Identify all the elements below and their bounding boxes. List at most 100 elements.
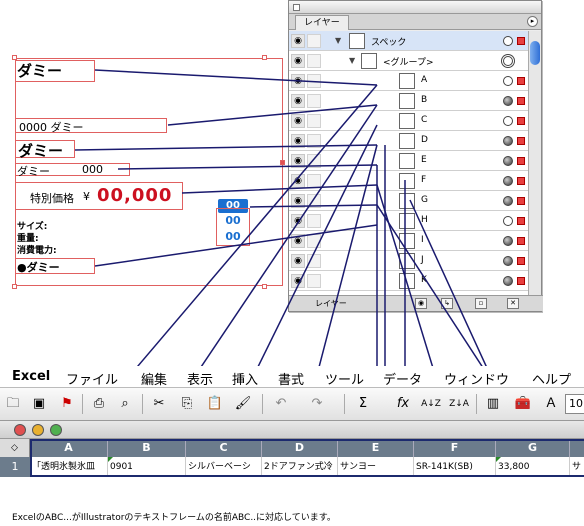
selection-color-icon[interactable] [517, 217, 525, 225]
target-circle-icon[interactable] [503, 236, 513, 246]
layer-row[interactable]: ◉ I [289, 231, 529, 251]
target-circle-icon[interactable] [503, 116, 513, 126]
target-circle-icon[interactable] [503, 96, 513, 106]
make-clipping-mask-icon[interactable]: ◉ [415, 298, 427, 309]
visibility-eye-icon[interactable]: ◉ [291, 54, 305, 68]
visibility-eye-icon[interactable]: ◉ [291, 154, 305, 168]
menu-item[interactable]: 編集 [141, 369, 167, 388]
layer-row[interactable]: ◉ K [289, 271, 529, 291]
chart-wizard-icon[interactable]: ▥ [482, 393, 504, 415]
lock-toggle[interactable] [307, 94, 321, 108]
target-circle-icon[interactable] [503, 36, 513, 46]
target-circle-icon[interactable] [503, 76, 513, 86]
selection-color-icon[interactable] [517, 277, 525, 285]
close-icon[interactable] [14, 424, 26, 436]
visibility-eye-icon[interactable]: ◉ [291, 94, 305, 108]
menu-item[interactable]: Excel [12, 369, 50, 384]
visibility-eye-icon[interactable]: ◉ [291, 134, 305, 148]
lock-toggle[interactable] [307, 54, 321, 68]
print-preview-icon[interactable]: ⌕ [114, 393, 136, 415]
selection-handle[interactable] [262, 55, 267, 60]
palette-menu-icon[interactable]: ▸ [527, 16, 538, 27]
target-circle-icon[interactable] [503, 136, 513, 146]
layer-row[interactable]: ◉ D [289, 131, 529, 151]
lock-toggle[interactable] [307, 274, 321, 288]
layer-row[interactable]: ◉ C [289, 111, 529, 131]
open-icon[interactable]: 🗀 [2, 393, 24, 415]
visibility-eye-icon[interactable]: ◉ [291, 174, 305, 188]
layer-row[interactable]: ◉ J [289, 251, 529, 271]
target-circle-icon[interactable] [503, 216, 513, 226]
new-layer-icon[interactable]: ▫ [475, 298, 487, 309]
redo-icon[interactable]: ↷ [306, 393, 328, 415]
selection-handle[interactable] [280, 160, 285, 165]
selection-color-icon[interactable] [517, 77, 525, 85]
layer-row[interactable]: ◉ ▼ <グループ> [289, 51, 529, 71]
visibility-eye-icon[interactable]: ◉ [291, 194, 305, 208]
format-painter-icon[interactable]: 🖌 [232, 393, 254, 415]
zoom-field[interactable]: 10 [565, 394, 584, 414]
lock-toggle[interactable] [307, 154, 321, 168]
visibility-eye-icon[interactable]: ◉ [291, 254, 305, 268]
layer-row[interactable]: ◉ E [289, 151, 529, 171]
layer-scrollbar[interactable] [528, 31, 541, 297]
row-header[interactable]: 1 [0, 457, 30, 477]
flag-icon[interactable]: ⚑ [56, 393, 78, 415]
lock-toggle[interactable] [307, 234, 321, 248]
trash-icon[interactable]: ✕ [507, 298, 519, 309]
target-circle-icon[interactable] [503, 176, 513, 186]
sort-descending-icon[interactable]: Z↓A [448, 393, 470, 415]
selection-color-icon[interactable] [517, 177, 525, 185]
excel-window-titlebar[interactable] [0, 421, 584, 439]
autosum-icon[interactable]: Σ [352, 393, 374, 415]
palette-titlebar[interactable] [289, 1, 541, 14]
new-sublayer-icon[interactable]: ↳ [441, 298, 453, 309]
layer-row[interactable]: ◉ H [289, 211, 529, 231]
lock-toggle[interactable] [307, 174, 321, 188]
visibility-eye-icon[interactable]: ◉ [291, 34, 305, 48]
undo-icon[interactable]: ↶ [270, 393, 292, 415]
toolbox-icon[interactable]: 🧰 [512, 393, 534, 415]
zoom-icon[interactable] [50, 424, 62, 436]
selection-color-icon[interactable] [517, 97, 525, 105]
selection-color-icon[interactable] [517, 117, 525, 125]
save-icon[interactable]: ▣ [28, 393, 50, 415]
print-icon[interactable]: ⎙ [88, 393, 110, 415]
paste-icon[interactable]: 📋 [204, 393, 226, 415]
lock-toggle[interactable] [307, 254, 321, 268]
function-icon[interactable]: fx [392, 393, 414, 415]
sort-ascending-icon[interactable]: A↓Z [420, 393, 442, 415]
visibility-eye-icon[interactable]: ◉ [291, 274, 305, 288]
menu-item[interactable]: ヘルプ [532, 369, 571, 388]
menu-item[interactable]: 挿入 [232, 369, 258, 388]
text-box-icon[interactable]: Ａ [540, 393, 562, 415]
select-all-corner[interactable]: ◇ [0, 439, 30, 457]
menu-item[interactable]: 表示 [187, 369, 213, 388]
layer-row[interactable]: ◉ F [289, 171, 529, 191]
layer-row[interactable]: ◉ B [289, 91, 529, 111]
selection-color-icon[interactable] [517, 257, 525, 265]
target-circle-icon[interactable] [503, 276, 513, 286]
lock-toggle[interactable] [307, 134, 321, 148]
layer-row[interactable]: ◉ ▼ スペック [289, 31, 529, 51]
visibility-eye-icon[interactable]: ◉ [291, 214, 305, 228]
lock-toggle[interactable] [307, 194, 321, 208]
layer-row[interactable]: ◉ G [289, 191, 529, 211]
lock-toggle[interactable] [307, 214, 321, 228]
menu-item[interactable]: ツール [325, 369, 364, 388]
visibility-eye-icon[interactable]: ◉ [291, 234, 305, 248]
target-circle-icon[interactable] [503, 156, 513, 166]
selection-color-icon[interactable] [517, 197, 525, 205]
scroll-thumb[interactable] [530, 41, 540, 65]
selection-color-icon[interactable] [517, 157, 525, 165]
palette-close-icon[interactable] [293, 4, 300, 11]
selection-handle[interactable] [12, 284, 17, 289]
selection-color-icon[interactable] [517, 37, 525, 45]
minimize-icon[interactable] [32, 424, 44, 436]
target-circle-icon[interactable] [503, 56, 513, 66]
menu-item[interactable]: 書式 [278, 369, 304, 388]
visibility-eye-icon[interactable]: ◉ [291, 114, 305, 128]
selection-color-icon[interactable] [517, 137, 525, 145]
menu-item[interactable]: データ [383, 369, 422, 388]
lock-toggle[interactable] [307, 74, 321, 88]
